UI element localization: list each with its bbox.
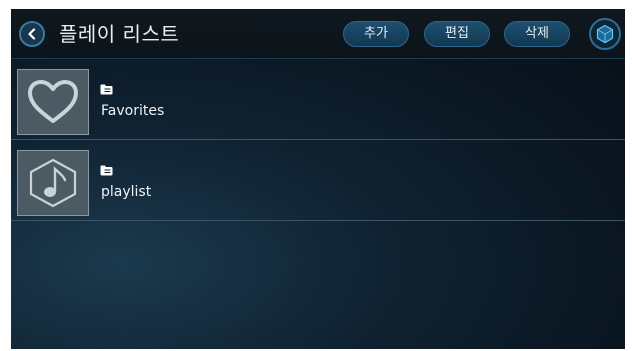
- playlist-label: playlist: [101, 184, 152, 200]
- folder-icon: [100, 165, 113, 176]
- folder-icon: [100, 84, 113, 95]
- top-bar: 플레이 리스트 추가 편집 삭제: [11, 9, 625, 59]
- delete-button[interactable]: 삭제: [504, 21, 570, 47]
- heart-icon: [28, 80, 78, 123]
- page-title: 플레이 리스트: [59, 22, 180, 46]
- playlist-item-favorites[interactable]: Favorites: [11, 59, 625, 140]
- music-note-icon: [29, 158, 77, 208]
- cube-menu-button[interactable]: [589, 18, 621, 50]
- playlist-thumbnail: [17, 150, 89, 216]
- edit-button[interactable]: 편집: [424, 21, 490, 47]
- app-screen: 플레이 리스트 추가 편집 삭제 Favorites playlist: [11, 9, 625, 349]
- playlist-item-playlist[interactable]: playlist: [11, 140, 625, 221]
- back-button[interactable]: [19, 21, 45, 47]
- cube-icon: [596, 24, 614, 44]
- playlist-thumbnail: [17, 69, 89, 135]
- chevron-left-icon: [28, 28, 36, 40]
- playlist-label: Favorites: [101, 103, 165, 119]
- add-button[interactable]: 추가: [343, 21, 409, 47]
